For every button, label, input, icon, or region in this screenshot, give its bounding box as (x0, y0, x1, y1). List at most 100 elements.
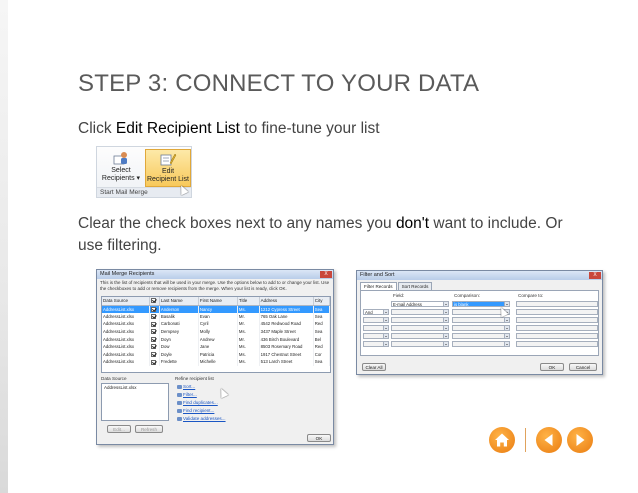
table-row[interactable]: AddressList.xlsx Doyle Patricia Ms. 1917 Che… (102, 350, 330, 359)
filter-field-dropdown[interactable] (391, 309, 449, 315)
tab-sort-records[interactable]: Sort Records (397, 282, 433, 290)
include-recipient-checkbox[interactable] (151, 352, 157, 358)
tab-filter-records[interactable]: Filter Records (360, 282, 397, 290)
column-header-checkbox[interactable] (149, 297, 160, 306)
filter-field-dropdown[interactable] (391, 333, 449, 339)
edit-recipient-list-button[interactable]: Edit Recipient List (145, 149, 191, 187)
cell-address: 3437 Maple Street (259, 327, 314, 336)
cell-data-source: AddressList.xlsx (102, 312, 151, 321)
filter-operator-dropdown[interactable] (363, 325, 389, 331)
cell-data-source: AddressList.xlsx (102, 342, 151, 351)
close-icon[interactable]: X (320, 271, 332, 278)
cell-address: 1212 Cypress Street (259, 305, 314, 313)
refresh-button[interactable]: Refresh (135, 425, 163, 433)
sort-link[interactable]: Sort... (177, 384, 195, 389)
filter-comparison-dropdown[interactable] (452, 341, 510, 347)
table-row[interactable]: AddressList.xlsx Doyn Andrew Mr. 436 Birch B… (102, 335, 330, 343)
field-header: Field: (393, 293, 405, 298)
include-recipient-checkbox[interactable] (151, 314, 157, 320)
include-recipient-checkbox[interactable] (151, 306, 157, 312)
instruction-highlight: don't (395, 215, 430, 232)
ok-button[interactable]: OK (307, 434, 331, 442)
edit-button[interactable]: Edit... (107, 425, 131, 433)
cell-city: Red (313, 342, 330, 351)
filter-operator-dropdown[interactable] (363, 341, 389, 347)
filter-icon (177, 392, 182, 397)
include-recipient-checkbox[interactable] (151, 344, 157, 350)
chevron-down-icon (504, 334, 509, 338)
cell-first-name: Nancy (198, 305, 238, 313)
next-slide-button[interactable] (567, 427, 593, 453)
filter-compare-to-input[interactable] (516, 317, 598, 323)
nav-divider (525, 428, 526, 452)
filter-field-dropdown[interactable] (391, 341, 449, 347)
column-header-first-name[interactable]: First Name (198, 297, 238, 306)
chevron-down-icon (443, 318, 448, 322)
filter-records-panel: Field: Comparison: Compare to: E-mail Ad… (360, 290, 599, 356)
column-header-data-source[interactable]: Data Source (102, 297, 151, 306)
cell-last-name: Doyn (159, 335, 199, 343)
instruction-text: to fine-tune your list (239, 120, 380, 137)
find-recipient-link[interactable]: Find recipient... (177, 408, 214, 413)
column-header-city[interactable]: City (313, 297, 330, 306)
table-row[interactable]: AddressList.xlsx Fredette Michelle Ms. 513 L… (102, 358, 330, 366)
filter-link[interactable]: Filter... (177, 392, 197, 397)
include-recipient-checkbox[interactable] (151, 359, 157, 365)
filter-comparison-dropdown-value: is blank (454, 302, 469, 307)
cell-city: Sea (313, 305, 330, 313)
filter-field-dropdown[interactable]: E-mail Address (391, 301, 449, 307)
home-button[interactable] (489, 427, 515, 453)
table-row[interactable]: AddressList.xlsx Dow Jane Ms. 8503 Rosemary … (102, 342, 330, 351)
filter-operator-dropdown[interactable] (363, 333, 389, 339)
data-source-list[interactable]: AddressList.xlsx (101, 383, 169, 421)
instruction-line-1: Click Edit Recipient List to fine-tune y… (78, 120, 380, 138)
include-recipient-checkbox[interactable] (151, 321, 157, 327)
column-header-address[interactable]: Address (259, 297, 314, 306)
previous-slide-button[interactable] (536, 427, 562, 453)
arrow-left-icon (544, 434, 553, 446)
include-recipient-checkbox[interactable] (151, 329, 157, 335)
filter-field-dropdown[interactable] (391, 325, 449, 331)
find-duplicates-link[interactable]: Find duplicates... (177, 400, 218, 405)
table-row[interactable]: AddressList.xlsx Basalik Evan Mr. 765 Oak La… (102, 312, 330, 321)
chevron-down-icon (504, 326, 509, 330)
arrow-right-icon (576, 434, 585, 446)
filter-compare-to-input[interactable] (516, 309, 598, 315)
close-icon[interactable]: X (589, 272, 601, 279)
filter-compare-to-input[interactable] (516, 333, 598, 339)
filter-comparison-dropdown[interactable] (452, 325, 510, 331)
select-recipients-button[interactable]: Select Recipients ▾ (98, 149, 144, 187)
filter-compare-to-input[interactable] (516, 341, 598, 347)
column-header-title[interactable]: Title (237, 297, 260, 306)
chevron-down-icon (383, 310, 388, 314)
filter-comparison-dropdown[interactable] (452, 333, 510, 339)
cell-last-name: Basalik (159, 312, 199, 321)
cell-checkbox (149, 327, 160, 336)
filter-compare-to-input[interactable] (516, 301, 598, 307)
filter-operator-dropdown[interactable]: And (363, 309, 389, 315)
filter-operator-dropdown[interactable] (363, 317, 389, 323)
table-row[interactable]: AddressList.xlsx Carbonati Cyril Mr. 4542 Re… (102, 320, 330, 328)
clear-all-button[interactable]: Clear All (362, 363, 386, 371)
cell-last-name: Dempsey (159, 327, 199, 336)
table-row[interactable]: AddressList.xlsx Anderson Nancy Ms. 1212 Cyp… (102, 305, 330, 313)
include-recipient-checkbox[interactable] (151, 336, 157, 342)
cell-data-source: AddressList.xlsx (102, 320, 151, 328)
cell-address: 1917 Chestnut Street (259, 350, 314, 359)
filter-field-dropdown[interactable] (391, 317, 449, 323)
column-header-last-name[interactable]: Last Name (159, 297, 199, 306)
filter-compare-to-input[interactable] (516, 325, 598, 331)
filter-comparison-dropdown[interactable] (452, 317, 510, 323)
recipients-table[interactable]: Data Source Last Name First Name Title A… (101, 296, 331, 373)
table-row[interactable]: AddressList.xlsx Dempsey Molly Ms. 3437 Mapl… (102, 327, 330, 336)
instruction-highlight: Edit Recipient List (115, 120, 240, 137)
cell-address: 4542 Redwood Road (259, 320, 314, 328)
select-all-checkbox[interactable] (151, 298, 157, 304)
ok-button[interactable]: OK (540, 363, 564, 371)
cancel-button[interactable]: Cancel (569, 363, 597, 371)
cell-last-name: Fredette (159, 358, 199, 366)
validate-addresses-link[interactable]: Validate addresses... (177, 416, 226, 421)
find-duplicates-label: Find duplicates... (183, 400, 218, 405)
cell-city: Sea (313, 327, 330, 336)
data-source-item[interactable]: AddressList.xlsx (104, 385, 137, 390)
